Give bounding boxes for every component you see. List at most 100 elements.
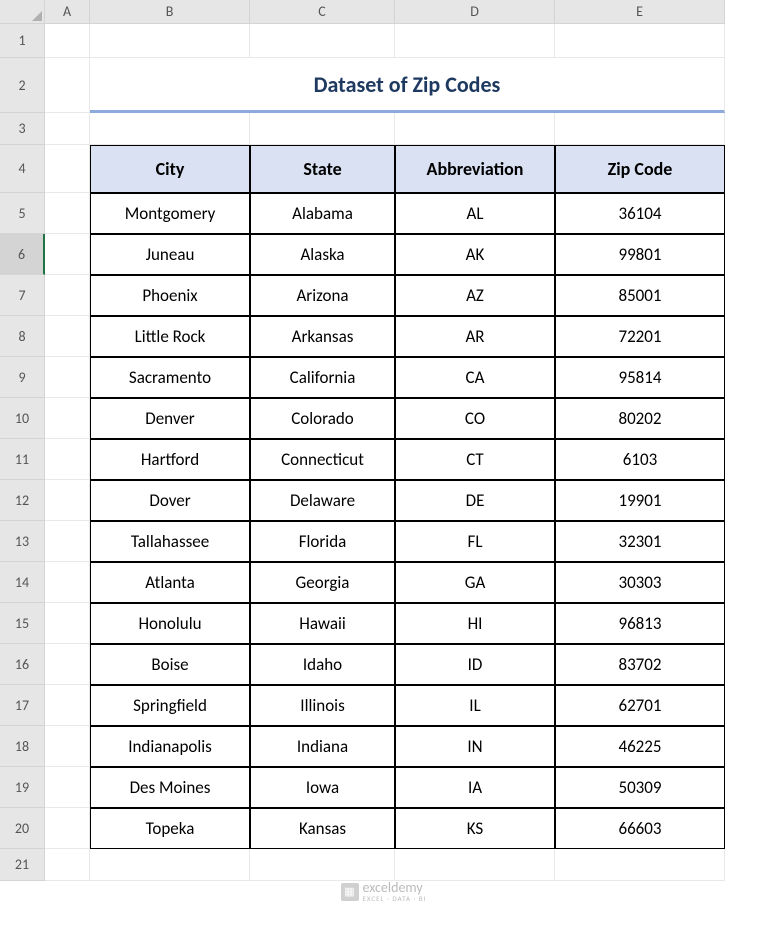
table-cell[interactable]: 32301 xyxy=(555,521,725,562)
table-cell[interactable]: Atlanta xyxy=(90,562,250,603)
row-header-11[interactable]: 11 xyxy=(0,439,45,480)
table-cell[interactable]: Honolulu xyxy=(90,603,250,644)
cell-D1[interactable] xyxy=(395,24,555,58)
cell-B1[interactable] xyxy=(90,24,250,58)
table-cell[interactable]: 99801 xyxy=(555,234,725,275)
cell-A11[interactable] xyxy=(45,439,90,480)
table-cell[interactable]: IL xyxy=(395,685,555,726)
table-cell[interactable]: 19901 xyxy=(555,480,725,521)
table-cell[interactable]: Des Moines xyxy=(90,767,250,808)
row-header-3[interactable]: 3 xyxy=(0,113,45,145)
table-cell[interactable]: 96813 xyxy=(555,603,725,644)
cell-E1[interactable] xyxy=(555,24,725,58)
table-cell[interactable]: Connecticut xyxy=(250,439,395,480)
header-zip[interactable]: Zip Code xyxy=(555,145,725,193)
row-header-10[interactable]: 10 xyxy=(0,398,45,439)
table-cell[interactable]: Alaska xyxy=(250,234,395,275)
col-header-C[interactable]: C xyxy=(250,0,395,24)
cell-A14[interactable] xyxy=(45,562,90,603)
table-cell[interactable]: Georgia xyxy=(250,562,395,603)
table-cell[interactable]: 66603 xyxy=(555,808,725,849)
table-cell[interactable]: KS xyxy=(395,808,555,849)
table-cell[interactable]: 46225 xyxy=(555,726,725,767)
table-cell[interactable]: Phoenix xyxy=(90,275,250,316)
table-cell[interactable]: Boise xyxy=(90,644,250,685)
row-header-7[interactable]: 7 xyxy=(0,275,45,316)
table-cell[interactable]: 85001 xyxy=(555,275,725,316)
cell-A17[interactable] xyxy=(45,685,90,726)
table-cell[interactable]: 36104 xyxy=(555,193,725,234)
cell-A1[interactable] xyxy=(45,24,90,58)
table-cell[interactable]: Indiana xyxy=(250,726,395,767)
table-cell[interactable]: 95814 xyxy=(555,357,725,398)
table-cell[interactable]: Hawaii xyxy=(250,603,395,644)
row-header-2[interactable]: 2 xyxy=(0,58,45,113)
table-cell[interactable]: CO xyxy=(395,398,555,439)
table-cell[interactable]: Alabama xyxy=(250,193,395,234)
row-header-15[interactable]: 15 xyxy=(0,603,45,644)
cell-C1[interactable] xyxy=(250,24,395,58)
table-cell[interactable]: IA xyxy=(395,767,555,808)
cell-B21[interactable] xyxy=(90,849,250,881)
table-cell[interactable]: Kansas xyxy=(250,808,395,849)
cell-C3[interactable] xyxy=(250,113,395,145)
table-cell[interactable]: 30303 xyxy=(555,562,725,603)
table-cell[interactable]: Illinois xyxy=(250,685,395,726)
table-cell[interactable]: Springfield xyxy=(90,685,250,726)
row-header-17[interactable]: 17 xyxy=(0,685,45,726)
row-header-6[interactable]: 6 xyxy=(0,234,45,275)
cell-D21[interactable] xyxy=(395,849,555,881)
table-cell[interactable]: Dover xyxy=(90,480,250,521)
row-header-5[interactable]: 5 xyxy=(0,193,45,234)
cell-A21[interactable] xyxy=(45,849,90,881)
table-cell[interactable]: AZ xyxy=(395,275,555,316)
cell-A7[interactable] xyxy=(45,275,90,316)
table-cell[interactable]: Montgomery xyxy=(90,193,250,234)
row-header-8[interactable]: 8 xyxy=(0,316,45,357)
cell-A20[interactable] xyxy=(45,808,90,849)
cell-A16[interactable] xyxy=(45,644,90,685)
cell-A13[interactable] xyxy=(45,521,90,562)
cell-A2[interactable] xyxy=(45,58,90,113)
col-header-B[interactable]: B xyxy=(90,0,250,24)
cell-A18[interactable] xyxy=(45,726,90,767)
table-cell[interactable]: Topeka xyxy=(90,808,250,849)
header-state[interactable]: State xyxy=(250,145,395,193)
cell-B3[interactable] xyxy=(90,113,250,145)
table-cell[interactable]: CT xyxy=(395,439,555,480)
table-cell[interactable]: 6103 xyxy=(555,439,725,480)
cell-A6[interactable] xyxy=(45,234,90,275)
table-cell[interactable]: GA xyxy=(395,562,555,603)
table-cell[interactable]: Colorado xyxy=(250,398,395,439)
cell-D3[interactable] xyxy=(395,113,555,145)
select-all-corner[interactable] xyxy=(0,0,45,24)
table-cell[interactable]: Florida xyxy=(250,521,395,562)
table-cell[interactable]: Iowa xyxy=(250,767,395,808)
cell-A8[interactable] xyxy=(45,316,90,357)
cell-A19[interactable] xyxy=(45,767,90,808)
cell-E21[interactable] xyxy=(555,849,725,881)
row-header-14[interactable]: 14 xyxy=(0,562,45,603)
table-cell[interactable]: DE xyxy=(395,480,555,521)
table-cell[interactable]: ID xyxy=(395,644,555,685)
table-cell[interactable]: 83702 xyxy=(555,644,725,685)
table-cell[interactable]: Tallahassee xyxy=(90,521,250,562)
table-cell[interactable]: Delaware xyxy=(250,480,395,521)
row-header-19[interactable]: 19 xyxy=(0,767,45,808)
table-cell[interactable]: FL xyxy=(395,521,555,562)
col-header-E[interactable]: E xyxy=(555,0,725,24)
cell-A12[interactable] xyxy=(45,480,90,521)
col-header-A[interactable]: A xyxy=(45,0,90,24)
table-cell[interactable]: Hartford xyxy=(90,439,250,480)
table-cell[interactable]: CA xyxy=(395,357,555,398)
table-cell[interactable]: Sacramento xyxy=(90,357,250,398)
row-header-1[interactable]: 1 xyxy=(0,24,45,58)
cell-A10[interactable] xyxy=(45,398,90,439)
row-header-18[interactable]: 18 xyxy=(0,726,45,767)
row-header-16[interactable]: 16 xyxy=(0,644,45,685)
cell-A9[interactable] xyxy=(45,357,90,398)
header-city[interactable]: City xyxy=(90,145,250,193)
table-cell[interactable]: HI xyxy=(395,603,555,644)
table-cell[interactable]: AL xyxy=(395,193,555,234)
table-cell[interactable]: Idaho xyxy=(250,644,395,685)
